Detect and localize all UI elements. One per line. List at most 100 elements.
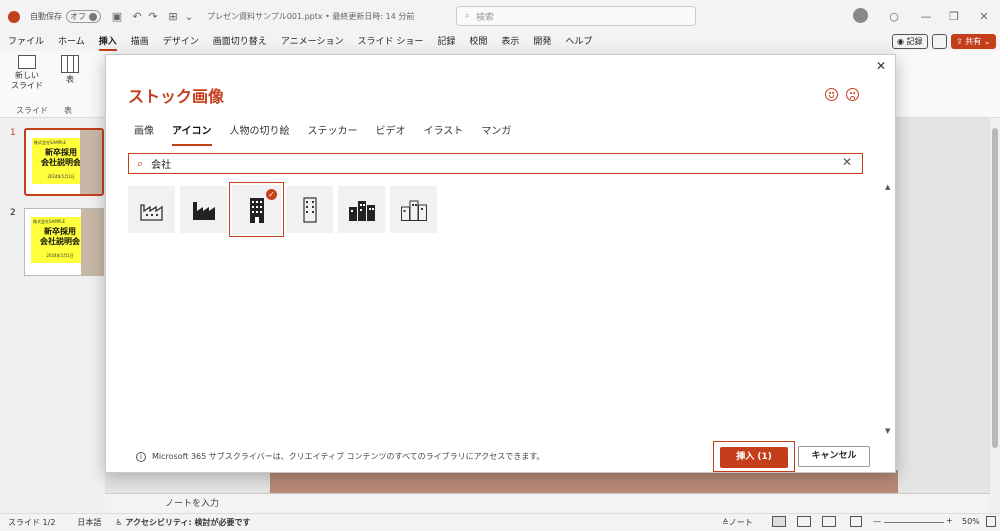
comments-icon[interactable] <box>932 34 947 49</box>
autosave-toggle[interactable]: オフ <box>66 10 101 23</box>
icon-search-input[interactable]: ⌕ 会社 ✕ <box>128 153 863 174</box>
feedback-frown-icon[interactable] <box>846 88 859 101</box>
feedback-smile-icon[interactable] <box>825 88 838 101</box>
redo-icon[interactable]: ↷ <box>145 9 161 25</box>
thumb-photo <box>81 209 103 275</box>
menu-developer[interactable]: 開発 <box>533 33 551 51</box>
search-placeholder: 検索 <box>476 12 495 23</box>
menu-design[interactable]: デザイン <box>163 33 199 51</box>
insert-button[interactable]: 挿入 (1) <box>720 447 788 468</box>
tab-images[interactable]: 画像 <box>134 122 154 146</box>
table-icon <box>61 55 79 73</box>
menu-bar: ファイル ホーム 挿入 描画 デザイン 画面切り替え アニメーション スライド … <box>0 33 1000 51</box>
slide-thumbnail-1[interactable]: 株式会社SAMPLE 新卒採用 会社説明会 2024年5月1日 <box>24 128 104 196</box>
vertical-scrollbar[interactable] <box>990 118 1000 513</box>
menu-transitions[interactable]: 画面切り替え <box>213 33 267 51</box>
icon-result-tile[interactable] <box>128 186 175 233</box>
cancel-button[interactable]: キャンセル <box>798 446 870 467</box>
autosave-state: オフ <box>70 12 86 21</box>
menu-animations[interactable]: アニメーション <box>281 33 344 51</box>
subscriber-info-text: Microsoft 365 サブスクライバーは、クリエイティブ コンテンツのすべ… <box>152 452 545 461</box>
notes-button-label: ノート <box>728 518 753 527</box>
scroll-down-icon[interactable]: ▼ <box>885 427 890 435</box>
tab-manga[interactable]: マンガ <box>481 122 511 146</box>
customize-toolbar-icon[interactable]: ⌄ <box>181 9 197 25</box>
lightbulb-icon[interactable]: ○ <box>886 8 902 24</box>
share-label: 共有 <box>965 37 982 46</box>
zoom-in-icon[interactable]: + <box>946 516 953 525</box>
group-slide-label: スライド <box>16 106 48 115</box>
tab-stickers[interactable]: ステッカー <box>308 122 358 146</box>
zoom-out-icon[interactable]: — <box>873 517 881 526</box>
menu-home[interactable]: ホーム <box>58 33 85 51</box>
title-bar: 自動保存 オフ ▣ ↶ ↷ ⊞ ⌄ プレゼン資料サンプル001.pptx • 最… <box>0 0 1000 33</box>
thumb-photo <box>80 130 102 194</box>
thumb-company: 株式会社SAMPLE <box>33 219 65 224</box>
restore-icon[interactable]: ❐ <box>946 8 962 24</box>
language[interactable]: 日本語 <box>77 517 101 528</box>
table-label: 表 <box>66 75 74 84</box>
menu-slideshow[interactable]: スライド ショー <box>357 33 423 51</box>
city-buildings-filled-icon <box>348 200 375 221</box>
icon-search-value: 会社 <box>151 160 172 171</box>
slide-thumbnails-pane: 1 株式会社SAMPLE 新卒採用 会社説明会 2024年5月1日 2 株式会社… <box>0 118 105 513</box>
tab-cutout-people[interactable]: 人物の切り絵 <box>230 122 290 146</box>
dialog-tabs: 画像 アイコン 人物の切り絵 ステッカー ビデオ イラスト マンガ <box>134 122 511 146</box>
notes-pane[interactable]: ノートを入力 <box>105 493 990 513</box>
icon-result-tile[interactable] <box>338 186 385 233</box>
record-button[interactable]: ◉ 記録 <box>892 34 928 49</box>
slide-position: スライド 1/2 <box>8 518 56 527</box>
icon-result-tile[interactable] <box>286 186 333 233</box>
menu-insert[interactable]: 挿入 <box>98 33 117 51</box>
subscriber-info: i Microsoft 365 サブスクライバーは、クリエイティブ コンテンツの… <box>136 451 544 462</box>
city-buildings-outline-icon <box>400 200 427 221</box>
menu-view[interactable]: 表示 <box>501 33 519 51</box>
accessibility-label: アクセシビリティ: 検討が必要です <box>125 518 251 527</box>
menu-draw[interactable]: 描画 <box>131 33 149 51</box>
menu-record[interactable]: 記録 <box>437 33 455 51</box>
minimize-icon[interactable]: — <box>918 8 934 24</box>
menu-file[interactable]: ファイル <box>8 33 44 51</box>
dialog-close-icon[interactable]: ✕ <box>873 58 889 74</box>
tab-icons[interactable]: アイコン <box>172 122 212 146</box>
fit-to-window-icon[interactable] <box>986 516 996 527</box>
undo-icon[interactable]: ↶ <box>129 9 145 25</box>
new-slide-button[interactable]: 新しい スライド <box>10 55 44 91</box>
search-icon: ⌕ <box>465 11 471 21</box>
slideshow-view-icon[interactable] <box>850 516 862 527</box>
present-icon[interactable]: ⊞ <box>165 9 181 25</box>
window-close-icon[interactable]: ✕ <box>976 8 992 24</box>
thumb-company: 株式会社SAMPLE <box>34 140 66 145</box>
clear-search-icon[interactable]: ✕ <box>842 155 852 169</box>
save-icon[interactable]: ▣ <box>109 9 125 25</box>
accessibility-status[interactable]: ♿ アクセシビリティ: 検討が必要です <box>115 517 250 528</box>
tab-illustrations[interactable]: イラスト <box>424 122 464 146</box>
new-slide-label: 新しい スライド <box>11 71 43 90</box>
icon-result-tile-selected[interactable]: ✓ <box>229 182 284 237</box>
document-title: プレゼン資料サンプル001.pptx • 最終更新日時: 14 分前 <box>207 12 415 21</box>
record-label: 記録 <box>906 37 923 46</box>
notes-placeholder: ノートを入力 <box>165 499 220 509</box>
table-button[interactable]: 表 <box>58 55 82 85</box>
dialog-scrollbar[interactable]: ▲ ▼ <box>885 183 893 435</box>
zoom-level[interactable]: 50% <box>962 517 980 526</box>
tab-videos[interactable]: ビデオ <box>376 122 406 146</box>
icon-result-tile[interactable] <box>180 186 227 233</box>
normal-view-icon[interactable] <box>772 516 786 527</box>
zoom-slider[interactable] <box>884 522 944 523</box>
dialog-title: ストック画像 <box>128 87 225 106</box>
sorter-view-icon[interactable] <box>797 516 811 527</box>
notes-button[interactable]: ≙ノート <box>722 517 753 528</box>
menu-review[interactable]: 校閲 <box>469 33 487 51</box>
office-building-filled-icon <box>249 197 264 223</box>
scroll-up-icon[interactable]: ▲ <box>885 183 890 191</box>
account-avatar[interactable] <box>853 8 868 23</box>
stock-images-dialog: ✕ ストック画像 画像 アイコン 人物の切り絵 ステッカー ビデオ イラスト マ… <box>105 54 896 473</box>
menu-help[interactable]: ヘルプ <box>565 33 592 51</box>
search-box[interactable]: ⌕ 検索 <box>456 6 696 26</box>
reading-view-icon[interactable] <box>822 516 836 527</box>
new-slide-icon <box>18 55 36 69</box>
slide-thumbnail-2[interactable]: 株式会社SAMPLE 新卒採用 会社説明会 2024年5月1日 <box>24 208 104 276</box>
share-button[interactable]: ⇪ 共有 ⌄ <box>951 34 996 49</box>
icon-result-tile[interactable] <box>390 186 437 233</box>
